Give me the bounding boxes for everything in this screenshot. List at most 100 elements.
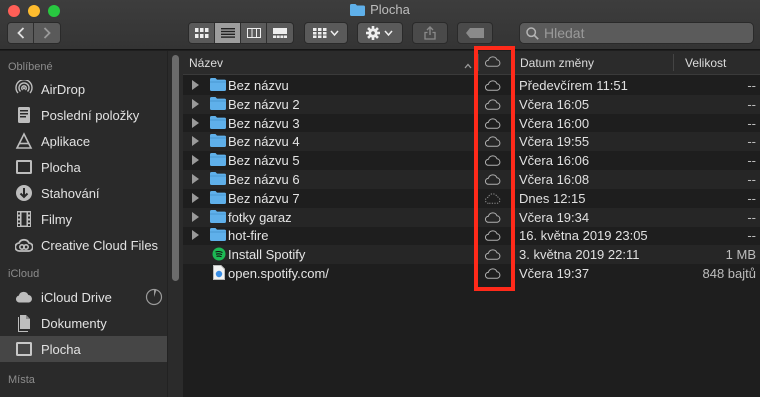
sidebar-item-airdrop[interactable]: AirDrop — [0, 76, 167, 102]
edit-tags-button[interactable] — [457, 22, 493, 44]
action-menu-button[interactable] — [357, 22, 403, 44]
movies-icon — [14, 209, 34, 229]
forward-button[interactable] — [34, 23, 60, 43]
file-row[interactable]: Install Spotify 3. května 2019 22:11 1 MB — [183, 245, 760, 265]
sidebar-item-creative-cloud-files[interactable]: Creative Cloud Files — [0, 232, 167, 258]
sidebar-item-icloud-desktop[interactable]: Plocha — [0, 336, 167, 362]
sidebar-item-downloads[interactable]: Stahování — [0, 180, 167, 206]
sidebar-item-recents[interactable]: Poslední položky — [0, 102, 167, 128]
file-row[interactable]: Bez názvu Předevčírem 11:51 -- — [183, 76, 760, 95]
sidebar-item-label: Creative Cloud Files — [41, 237, 159, 253]
sidebar-item-label: Filmy — [41, 211, 73, 227]
airdrop-icon — [14, 79, 34, 99]
file-row[interactable]: Bez názvu 3 Včera 16:00 -- — [183, 114, 760, 133]
desktop-icon — [14, 339, 34, 359]
file-row[interactable]: open.spotify.com/Včera 19:37 848 bajtů — [183, 264, 760, 283]
file-row[interactable]: Bez názvu 5 Včera 16:06 -- — [183, 151, 760, 170]
column-divider[interactable] — [478, 54, 479, 71]
file-date-modified: Včera 19:34 — [519, 209, 590, 225]
disclosure-triangle-icon[interactable] — [192, 230, 199, 241]
file-date-modified: Včera 16:00 — [519, 115, 590, 131]
web-location-file-icon — [213, 265, 229, 280]
folder-icon — [350, 4, 366, 19]
file-row[interactable]: fotky garaz Včera 19:34 -- — [183, 207, 760, 227]
icloud-synced-icon — [485, 98, 501, 113]
share-button[interactable] — [412, 22, 448, 44]
documents-icon — [14, 313, 34, 333]
folder-icon — [210, 78, 226, 92]
scrollbar-thumb[interactable] — [172, 55, 179, 281]
search-input[interactable] — [544, 25, 744, 41]
disclosure-triangle-icon[interactable] — [192, 136, 199, 147]
tag-icon — [466, 28, 484, 38]
file-date-modified: 3. května 2019 22:11 — [519, 247, 640, 263]
sidebar-item-label: Stahování — [41, 185, 100, 201]
storage-usage-icon — [145, 288, 163, 309]
folder-icon — [210, 134, 226, 148]
sidebar-item-applications[interactable]: Aplikace — [0, 128, 167, 154]
spotify-installer-icon — [212, 247, 228, 261]
disclosure-triangle-icon[interactable] — [192, 80, 199, 90]
file-date-modified: Předevčírem 11:51 — [519, 78, 628, 93]
file-row[interactable]: hot-fire 16. května 2019 23:05 -- — [183, 226, 760, 245]
disclosure-triangle-icon[interactable] — [192, 117, 199, 128]
file-name: open.spotify.com/ — [228, 266, 329, 281]
gallery-view-button[interactable] — [267, 23, 293, 43]
column-date-header[interactable]: Datum změny — [520, 56, 594, 70]
file-name: Bez názvu 4 — [228, 134, 300, 150]
file-name: hot-fire — [228, 228, 269, 244]
folder-icon — [210, 209, 226, 224]
disclosure-triangle-icon[interactable] — [192, 155, 199, 166]
toolbar: Plocha — [0, 0, 760, 50]
column-view-button[interactable] — [241, 23, 267, 43]
file-size: -- — [747, 153, 756, 169]
sidebar-item-desktop[interactable]: Plocha — [0, 154, 167, 180]
back-button[interactable] — [8, 23, 34, 43]
sidebar-item-documents[interactable]: Dokumenty — [0, 310, 167, 336]
group-by-button[interactable] — [304, 22, 348, 44]
file-name: Bez názvu 6 — [228, 172, 300, 187]
sidebar-item-icloud-drive[interactable]: iCloud Drive — [0, 284, 167, 310]
file-row[interactable]: Bez názvu 4 Včera 19:55 -- — [183, 132, 760, 152]
icloud-status-header-icon[interactable] — [485, 56, 501, 70]
file-size: 1 MB — [725, 247, 756, 263]
disclosure-triangle-icon[interactable] — [192, 211, 199, 222]
desktop-icon — [14, 157, 34, 177]
disclosure-triangle-icon[interactable] — [192, 174, 199, 184]
icloud-synced-icon — [485, 173, 501, 188]
sidebar-section-places: Místa — [8, 374, 35, 386]
search-field[interactable] — [519, 22, 754, 44]
file-list: Název Datum změny Velikost Bez názvu Před… — [183, 51, 760, 397]
column-name-header[interactable]: Název — [189, 56, 223, 70]
sidebar-item-label: Poslední položky — [41, 107, 140, 123]
sidebar-item-label: Aplikace — [41, 133, 91, 149]
column-divider[interactable] — [513, 54, 514, 71]
list-view-button[interactable] — [215, 23, 241, 43]
sidebar-item-label: AirDrop — [41, 81, 86, 97]
column-divider[interactable] — [673, 54, 674, 71]
file-row[interactable]: Bez názvu 7 Dnes 12:15 -- — [183, 189, 760, 208]
navigation-buttons — [7, 22, 61, 44]
icloud-synced-icon — [485, 211, 501, 226]
icon-view-icon — [194, 28, 208, 38]
file-size: -- — [747, 228, 756, 244]
folder-icon — [210, 190, 226, 205]
icon-view-button[interactable] — [189, 23, 215, 43]
file-size: -- — [747, 172, 756, 187]
sidebar-scrollbar[interactable] — [167, 51, 183, 397]
file-row[interactable]: Bez názvu 6 Včera 16:08 -- — [183, 170, 760, 189]
list-view-icon — [220, 28, 235, 38]
disclosure-triangle-icon[interactable] — [192, 98, 199, 109]
window-title-text: Plocha — [370, 2, 410, 17]
column-size-header[interactable]: Velikost — [685, 56, 726, 70]
chevron-left-icon — [16, 27, 24, 39]
file-name: Bez názvu 2 — [228, 96, 300, 112]
file-row[interactable]: Bez názvu 2 Včera 16:05 -- — [183, 94, 760, 114]
disclosure-triangle-icon[interactable] — [192, 192, 199, 203]
sidebar-item-movies[interactable]: Filmy — [0, 206, 167, 232]
file-size: -- — [747, 209, 756, 225]
downloads-icon — [14, 183, 34, 203]
file-date-modified: Včera 16:06 — [519, 153, 590, 169]
recents-icon — [14, 105, 34, 125]
file-date-modified: Včera 16:05 — [519, 96, 590, 112]
